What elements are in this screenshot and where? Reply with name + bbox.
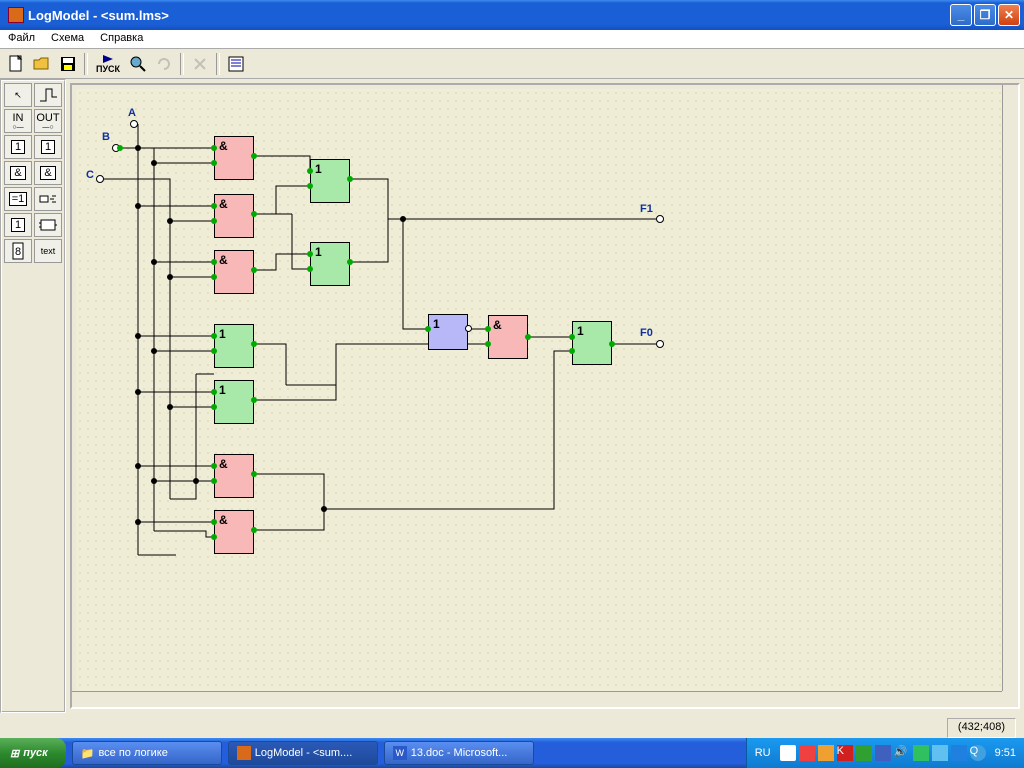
pin-output-f1[interactable] bbox=[656, 215, 664, 223]
tray-icon-2[interactable] bbox=[799, 745, 815, 761]
tool-palette: ↖ IN○— OUT—○ 1 1 & & =1 1 8 text bbox=[0, 79, 66, 713]
tool-and-gate[interactable]: & bbox=[4, 161, 32, 185]
cut-button[interactable] bbox=[188, 52, 212, 76]
tray-lang[interactable]: RU bbox=[755, 747, 771, 759]
word-icon: W bbox=[393, 746, 407, 760]
open-button[interactable] bbox=[30, 52, 54, 76]
tool-or-gate[interactable]: 1 bbox=[4, 135, 32, 159]
status-bar-coords: (432;408) bbox=[947, 718, 1016, 738]
main-toolbar: ПУСК bbox=[0, 49, 1024, 79]
taskbar: ⊞пуск 📁все по логике LogModel - <sum....… bbox=[0, 738, 1024, 768]
gate-or-5[interactable]: 1 bbox=[214, 380, 254, 424]
tool-output[interactable]: OUT—○ bbox=[34, 109, 62, 133]
label-input-a: A bbox=[128, 107, 136, 119]
title-bar: LogModel - <sum.lms> _ ❐ ✕ bbox=[0, 0, 1024, 30]
not-bubble bbox=[465, 325, 472, 332]
tray-icon-4[interactable]: K bbox=[837, 745, 853, 761]
tray-icon-1[interactable] bbox=[780, 745, 796, 761]
schematic-canvas[interactable]: A B C F1 F0 & & & 1 1 & & 1 1 1 bbox=[76, 89, 1002, 691]
gate-or-4[interactable]: 1 bbox=[214, 324, 254, 368]
tray-icon-5[interactable] bbox=[856, 745, 872, 761]
menu-schema[interactable]: Схема bbox=[43, 30, 92, 48]
taskbar-item-3[interactable]: W13.doc - Microsoft... bbox=[384, 741, 534, 765]
pin-input-c[interactable] bbox=[96, 175, 104, 183]
save-button[interactable] bbox=[56, 52, 80, 76]
maximize-button[interactable]: ❐ bbox=[974, 4, 996, 26]
tool-pointer[interactable]: ↖ bbox=[4, 83, 32, 107]
tool-display[interactable]: 8 bbox=[4, 239, 32, 263]
tool-buffer[interactable] bbox=[34, 187, 62, 211]
tool-and-gate-2[interactable]: & bbox=[34, 161, 62, 185]
tray-icon-10[interactable] bbox=[951, 745, 967, 761]
tool-or-gate-2[interactable]: 1 bbox=[34, 135, 62, 159]
refresh-button[interactable] bbox=[152, 52, 176, 76]
tool-custom[interactable] bbox=[34, 213, 62, 237]
taskbar-item-1[interactable]: 📁все по логике bbox=[72, 741, 222, 765]
canvas-container: A B C F1 F0 & & & 1 1 & & 1 1 1 bbox=[70, 83, 1020, 709]
gate-not[interactable]: 1 bbox=[428, 314, 468, 350]
svg-text:8: 8 bbox=[15, 246, 21, 258]
gate-or-final[interactable]: 1 bbox=[572, 321, 612, 365]
new-button[interactable] bbox=[4, 52, 28, 76]
run-button[interactable]: ПУСК bbox=[92, 52, 124, 76]
gate-and-final[interactable]: & bbox=[488, 315, 528, 359]
system-tray[interactable]: RU K 🔊 Q 9:51 bbox=[746, 738, 1024, 768]
list-button[interactable] bbox=[224, 52, 248, 76]
label-output-f0: F0 bbox=[640, 327, 653, 339]
folder-icon: 📁 bbox=[81, 747, 95, 760]
minimize-button[interactable]: _ bbox=[950, 4, 972, 26]
gate-and-3[interactable]: & bbox=[214, 250, 254, 294]
menu-file[interactable]: Файл bbox=[0, 30, 43, 48]
tool-wire[interactable] bbox=[34, 83, 62, 107]
pin-output-f0[interactable] bbox=[656, 340, 664, 348]
menu-help[interactable]: Справка bbox=[92, 30, 151, 48]
gate-and-6[interactable]: & bbox=[214, 454, 254, 498]
label-input-c: C bbox=[86, 169, 94, 181]
window-title: LogModel - <sum.lms> bbox=[28, 8, 948, 23]
gate-and-2[interactable]: & bbox=[214, 194, 254, 238]
scrollbar-horizontal[interactable] bbox=[72, 691, 1002, 707]
start-button[interactable]: ⊞пуск bbox=[0, 738, 66, 768]
pin-input-a[interactable] bbox=[130, 120, 138, 128]
app-icon bbox=[8, 7, 24, 23]
gate-and-1[interactable]: & bbox=[214, 136, 254, 180]
tool-text[interactable]: text bbox=[34, 239, 62, 263]
tray-icon-8[interactable] bbox=[913, 745, 929, 761]
zoom-button[interactable] bbox=[126, 52, 150, 76]
tray-icon-11[interactable]: Q bbox=[970, 745, 986, 761]
close-button[interactable]: ✕ bbox=[998, 4, 1020, 26]
scrollbar-vertical[interactable] bbox=[1002, 85, 1018, 691]
tool-xor-gate[interactable]: =1 bbox=[4, 187, 32, 211]
label-output-f1: F1 bbox=[640, 203, 653, 215]
tray-icon-7[interactable]: 🔊 bbox=[894, 745, 910, 761]
tray-icon-3[interactable] bbox=[818, 745, 834, 761]
gate-or-top1[interactable]: 1 bbox=[310, 159, 350, 203]
tray-clock[interactable]: 9:51 bbox=[995, 747, 1016, 759]
tool-input[interactable]: IN○— bbox=[4, 109, 32, 133]
taskbar-item-2[interactable]: LogModel - <sum.... bbox=[228, 741, 378, 765]
tool-not-gate[interactable]: 1 bbox=[4, 213, 32, 237]
tray-icon-9[interactable] bbox=[932, 745, 948, 761]
app-icon bbox=[237, 746, 251, 760]
tray-icon-6[interactable] bbox=[875, 745, 891, 761]
gate-and-7[interactable]: & bbox=[214, 510, 254, 554]
menu-bar: Файл Схема Справка bbox=[0, 30, 1024, 49]
label-input-b: B bbox=[102, 131, 110, 143]
gate-or-top2[interactable]: 1 bbox=[310, 242, 350, 286]
